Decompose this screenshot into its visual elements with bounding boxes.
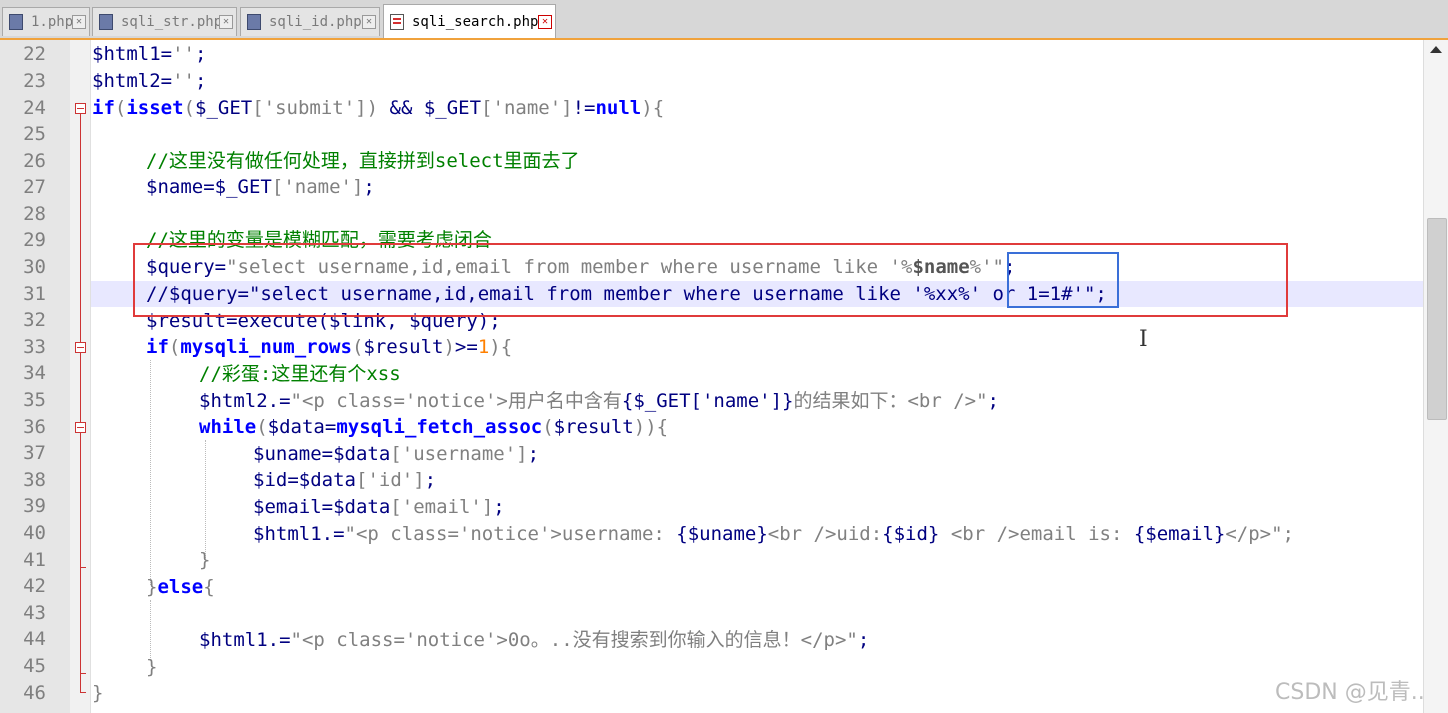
tab-bar: 1.php ✕ sqli_str.php ✕ sqli_id.php ✕ sql… [0,0,1448,40]
line-number: 28 [23,203,46,225]
code-line-39: $email=$data['email']; [253,496,505,518]
line-number: 36 [23,416,46,438]
line-number: 24 [23,97,46,119]
close-icon[interactable]: ✕ [219,15,233,29]
code-line-23: $html2=''; [92,70,207,92]
tab-label: sqli_search.php [412,14,539,30]
code-line-44: $html1.="<p class='notice'>0o。..没有搜索到你输入… [199,629,870,651]
line-number: 34 [23,362,46,384]
scroll-up-arrow-icon[interactable] [1430,46,1442,53]
tab-sqli-str[interactable]: sqli_str.php ✕ [92,7,237,36]
php-file-icon [390,14,404,30]
php-file-icon [247,14,261,30]
code-line-38: $id=$data['id']; [253,469,437,491]
text-cursor-icon: I [1139,327,1148,352]
line-number: 42 [23,575,46,597]
code-line-45: } [146,656,158,678]
code-line-33: if(mysqli_num_rows($result)>=1){ [146,336,513,358]
code-line-27: $name=$_GET['name']; [146,176,375,198]
indent-guide [150,600,151,660]
tab-sqli-search[interactable]: sqli_search.php ✕ [383,4,556,38]
line-number: 31 [23,283,46,305]
code-line-34: //彩蛋:这里还有个xss [199,363,401,385]
line-number: 30 [23,256,46,278]
code-line-37: $uname=$data['username']; [253,443,540,465]
code-line-26: //这里没有做任何处理，直接拼到select里面去了 [146,150,580,172]
scrollbar-thumb[interactable] [1427,218,1447,420]
tab-1-php[interactable]: 1.php ✕ [2,7,90,36]
code-line-36: while($data=mysqli_fetch_assoc($result))… [199,416,669,438]
close-icon[interactable]: ✕ [538,15,552,29]
vertical-scrollbar[interactable] [1423,40,1448,713]
line-number: 25 [23,123,46,145]
tab-label: sqli_id.php [269,14,362,30]
line-number: 43 [23,602,46,624]
fold-line [80,114,81,692]
line-number-gutter: 22 23 24 25 26 27 28 29 30 31 32 33 34 3… [0,40,70,713]
code-line-22: $html1=''; [92,43,207,65]
line-number: 38 [23,469,46,491]
watermark: CSDN @见青.. [1275,680,1425,705]
line-number: 45 [23,655,46,677]
line-number: 22 [23,43,46,65]
fold-end [80,692,86,693]
fold-end [80,673,86,674]
highlight-box-blue [1007,252,1119,308]
tab-label: sqli_str.php [121,14,223,30]
code-line-46: } [92,682,104,704]
fold-end [80,567,86,568]
line-number: 44 [23,628,46,650]
fold-toggle-icon[interactable] [75,342,86,353]
line-number: 41 [23,549,46,571]
code-line-35: $html2.="<p class='notice'>用户名中含有{$_GET[… [199,390,999,412]
php-file-icon [9,14,23,30]
php-file-icon [99,14,113,30]
line-number: 37 [23,442,46,464]
line-number: 26 [23,150,46,172]
line-number: 27 [23,176,46,198]
indent-guide [205,440,206,558]
line-number: 39 [23,495,46,517]
line-number: 33 [23,336,46,358]
line-number: 40 [23,522,46,544]
code-line-42: }else{ [146,576,215,598]
code-line-41: } [199,549,211,571]
fold-toggle-icon[interactable] [75,103,86,114]
indent-guide [150,360,151,585]
code-line-24: if(isset($_GET['submit']) && $_GET['name… [92,97,665,119]
line-number: 32 [23,309,46,331]
line-number: 35 [23,389,46,411]
close-icon[interactable]: ✕ [362,15,376,29]
line-number: 23 [23,70,46,92]
line-number: 29 [23,229,46,251]
close-icon[interactable]: ✕ [72,15,86,29]
fold-toggle-icon[interactable] [75,422,86,433]
line-number: 46 [23,682,46,704]
code-line-40: $html1.="<p class='notice'>username: {$u… [253,523,1294,545]
tab-label: 1.php [31,14,74,30]
tab-sqli-id[interactable]: sqli_id.php ✕ [240,7,380,36]
